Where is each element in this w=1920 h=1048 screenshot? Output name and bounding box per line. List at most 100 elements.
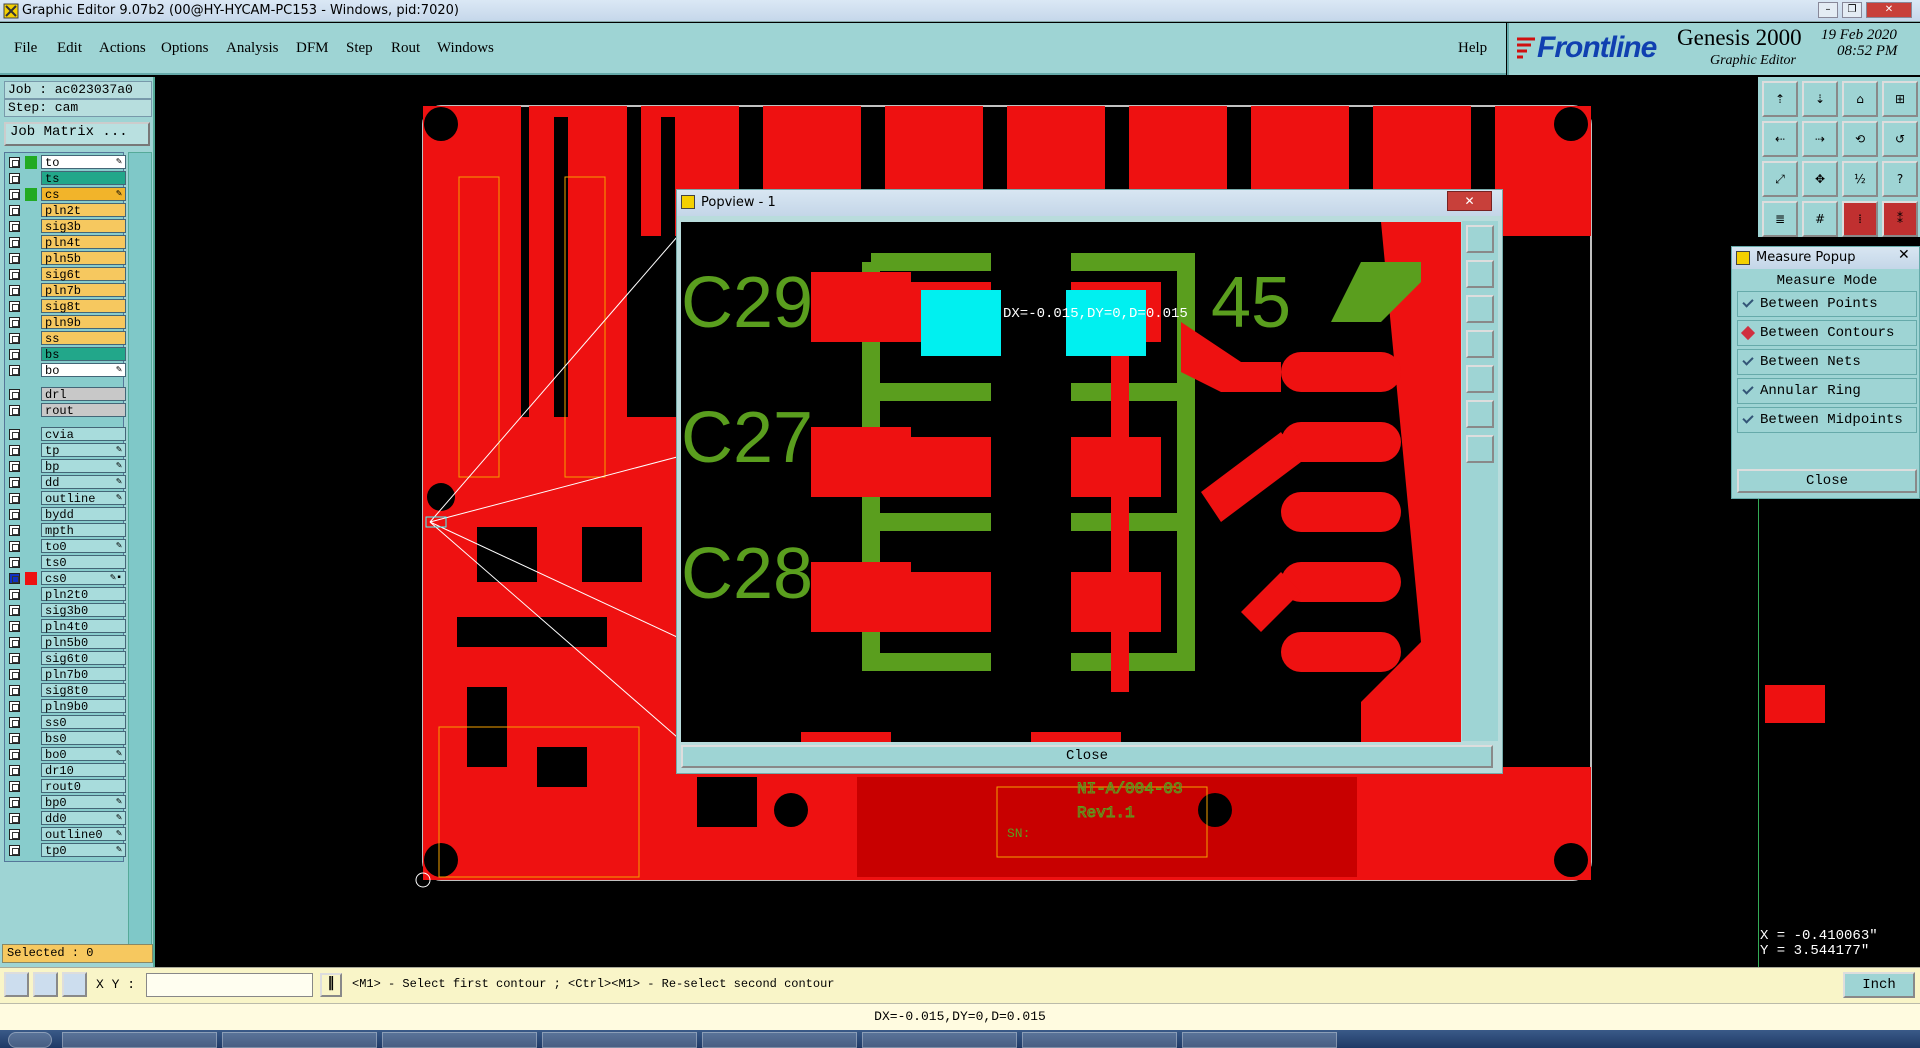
layer-checkbox[interactable] [9,477,20,488]
layer-row[interactable]: cs0 ✎▪ [5,571,126,586]
layer-name[interactable]: pln2t0 [41,587,126,602]
task-1[interactable] [62,1032,217,1048]
layer-name[interactable]: dr10 [41,763,126,778]
tool-down-icon[interactable]: ⇣ [1802,81,1838,117]
layer-checkbox[interactable] [9,573,20,584]
layer-row[interactable]: bs [5,347,126,362]
layer-name[interactable]: sig6t [41,267,126,282]
layer-name[interactable]: rout0 [41,779,126,794]
tool-right-icon[interactable]: ⇢ [1802,121,1838,157]
popview-tool-center-icon[interactable] [1466,435,1494,463]
menu-rout[interactable]: Rout [391,40,420,57]
layer-checkbox[interactable] [9,653,20,664]
layer-row[interactable]: pln7b [5,283,126,298]
task-8[interactable] [1182,1032,1337,1048]
layer-row[interactable]: pln2t0 [5,587,126,602]
layer-row[interactable]: ss0 [5,715,126,730]
layer-name[interactable]: sig3b0 [41,603,126,618]
layer-checkbox[interactable] [9,701,20,712]
task-6[interactable] [862,1032,1017,1048]
layer-checkbox[interactable] [9,405,20,416]
layer-list-scrollbar[interactable] [128,152,152,962]
layer-checkbox[interactable] [9,237,20,248]
layer-checkbox[interactable] [9,829,20,840]
layer-name[interactable]: bydd [41,507,126,522]
task-5[interactable] [702,1032,857,1048]
layer-row[interactable]: rout [5,403,126,418]
layer-row[interactable]: pln5b0 [5,635,126,650]
layer-name[interactable]: dd ✎ [41,475,126,490]
layer-checkbox[interactable] [9,333,20,344]
layer-name[interactable]: ts [41,171,126,186]
tool-help-icon[interactable]: ? [1882,161,1918,197]
layer-row[interactable]: mpth [5,523,126,538]
pause-icon[interactable]: ‖ [320,973,342,997]
units-selector[interactable]: Inch [1843,972,1915,998]
layer-row[interactable]: drl [5,387,126,402]
layer-checkbox[interactable] [9,205,20,216]
layer-name[interactable]: pln5b [41,251,126,266]
layer-checkbox[interactable] [9,685,20,696]
layer-row[interactable]: ts [5,171,126,186]
layer-row[interactable]: bo0 ✎ [5,747,126,762]
task-4[interactable] [542,1032,697,1048]
layer-row[interactable]: bp0 ✎ [5,795,126,810]
layer-name[interactable]: tp ✎ [41,443,126,458]
layer-checkbox[interactable] [9,509,20,520]
layer-row[interactable]: pln7b0 [5,667,126,682]
tool-up-icon[interactable]: ⇡ [1762,81,1798,117]
menu-file[interactable]: File [14,40,37,57]
layer-row[interactable]: to ✎ [5,155,126,170]
layer-checkbox[interactable] [9,173,20,184]
tool-split-icon[interactable]: ⊞ [1882,81,1918,117]
layer-row[interactable]: ss [5,331,126,346]
layer-row[interactable]: sig6t0 [5,651,126,666]
layer-row[interactable]: rout0 [5,779,126,794]
layer-checkbox[interactable] [9,189,20,200]
layer-checkbox[interactable] [9,349,20,360]
layer-name[interactable]: bo0 ✎ [41,747,126,762]
layer-checkbox[interactable] [9,557,20,568]
layer-checkbox[interactable] [9,845,20,856]
layer-row[interactable]: sig3b0 [5,603,126,618]
menu-help[interactable]: Help [1458,40,1487,57]
layer-name[interactable]: rout [41,403,126,418]
layer-name[interactable]: cvia [41,427,126,442]
layer-name[interactable]: pln7b0 [41,667,126,682]
layer-name[interactable]: pln2t [41,203,126,218]
measure-option-between-midpoints[interactable]: Between Midpoints [1737,407,1917,433]
overview-thumbnail[interactable] [1765,685,1825,723]
layer-name[interactable]: bo ✎ [41,363,126,378]
layer-row[interactable]: pln9b [5,315,126,330]
popview-tool-fit-icon[interactable] [1466,400,1494,428]
layer-row[interactable]: dd0 ✎ [5,811,126,826]
tool-snap-icon[interactable]: ⁞ [1842,201,1878,237]
layer-checkbox[interactable] [9,717,20,728]
layer-name[interactable]: outline0 ✎ [41,827,126,842]
layer-row[interactable]: pln9b0 [5,699,126,714]
layer-row[interactable]: dd ✎ [5,475,126,490]
layer-checkbox[interactable] [9,813,20,824]
layer-checkbox[interactable] [9,285,20,296]
layer-checkbox[interactable] [9,269,20,280]
layer-row[interactable]: sig8t0 [5,683,126,698]
layer-name[interactable]: sig6t0 [41,651,126,666]
layer-checkbox[interactable] [9,461,20,472]
layer-checkbox[interactable] [9,445,20,456]
layer-row[interactable]: to0 ✎ [5,539,126,554]
measure-option-between-points[interactable]: Between Points [1737,291,1917,317]
layer-checkbox[interactable] [9,301,20,312]
tool-select-icon[interactable] [4,972,29,997]
layer-name[interactable]: ss [41,331,126,346]
measure-popup-close-button[interactable]: Close [1737,469,1917,493]
layer-checkbox[interactable] [9,389,20,400]
layer-row[interactable]: cs ✎ [5,187,126,202]
popview-tool-home-icon[interactable] [1466,260,1494,288]
layer-name[interactable]: pln9b [41,315,126,330]
tool-left-icon[interactable]: ⇠ [1762,121,1798,157]
layer-row[interactable]: sig3b [5,219,126,234]
layer-checkbox[interactable] [9,637,20,648]
tool-measure-line-icon[interactable] [33,972,58,997]
layer-name[interactable]: pln4t [41,235,126,250]
layer-checkbox[interactable] [9,541,20,552]
